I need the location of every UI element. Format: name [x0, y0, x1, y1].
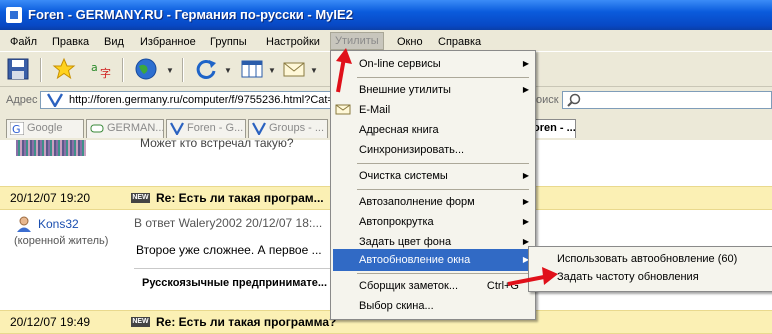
submenu-arrow-icon: ▶	[522, 197, 529, 206]
signature-text: Русскоязычные предпринимате...	[142, 277, 328, 289]
favorites-star-icon[interactable]	[52, 57, 76, 81]
menu-favorites[interactable]: Избранное	[140, 34, 196, 50]
submenu-arrow-icon: ▶	[522, 85, 529, 94]
avatar-image	[16, 140, 86, 156]
address-label: Адрес	[6, 94, 38, 106]
reply-info: В ответ Walery2002 20/12/07 18:...	[134, 216, 323, 230]
menu-settings[interactable]: Настройки	[266, 34, 320, 50]
menu-file[interactable]: Файл	[10, 34, 37, 50]
menu-edit[interactable]: Правка	[52, 34, 89, 50]
annotation-arrow-right-icon	[507, 267, 558, 286]
post-body: Второе уже сложнее. А первое ...	[136, 243, 322, 257]
submenu-item-use-autorefresh[interactable]: Использовать автообновление (60)	[531, 249, 771, 269]
search-input[interactable]	[562, 91, 772, 109]
svg-text:字: 字	[100, 66, 111, 80]
globe-dropdown-arrow-icon[interactable]: ▼	[166, 66, 174, 75]
author-status: (коренной житель)	[14, 235, 109, 247]
title-bar: Foren - GERMANY.RU - Германия по-русски …	[0, 0, 772, 30]
tab-label: GERMAN...	[107, 122, 164, 134]
tab-label: Groups - ...	[269, 122, 325, 134]
translate-icon[interactable]: a 字	[90, 57, 114, 81]
refresh-dropdown-arrow-icon[interactable]: ▼	[224, 66, 232, 75]
menu-bar: Файл Правка Вид Избранное Группы Настрой…	[0, 31, 772, 51]
globe-icon[interactable]	[134, 57, 158, 81]
refresh-icon[interactable]	[194, 57, 218, 81]
menu-item-email[interactable]: E-Mail	[333, 99, 535, 121]
menu-separator	[357, 273, 529, 274]
app-icon[interactable]	[6, 7, 22, 23]
tab-label: Google	[27, 122, 63, 134]
tab-google[interactable]: G Google	[6, 119, 84, 138]
menu-item-system-cleanup[interactable]: Очистка системы ▶	[333, 165, 535, 187]
post-title[interactable]: Re: Есть ли такая програм...	[156, 191, 324, 205]
address-url: http://foren.germany.ru/computer/f/97552…	[69, 94, 331, 106]
submenu-arrow-icon: ▶	[522, 171, 529, 180]
tab-label: oren - ...	[533, 122, 576, 134]
search-icon[interactable]	[567, 93, 581, 107]
svg-text:a: a	[91, 61, 98, 74]
menu-item-synchronize[interactable]: Синхронизировать...	[333, 139, 535, 161]
menu-item-autoscroll[interactable]: Автопрокрутка ▶	[333, 211, 535, 233]
menu-separator	[357, 163, 529, 164]
window-title: Foren - GERMANY.RU - Германия по-русски …	[28, 7, 353, 22]
address-input[interactable]: http://foren.germany.ru/computer/f/97552…	[40, 91, 334, 109]
menu-separator	[357, 77, 529, 78]
menu-item-address-book[interactable]: Адресная книга	[333, 119, 535, 141]
email-icon	[335, 104, 351, 115]
foren-tab-icon	[170, 122, 184, 135]
menu-item-form-autofill[interactable]: Автозаполнение форм ▶	[333, 191, 535, 213]
menu-item-external-tools[interactable]: Внешние утилиты ▶	[333, 79, 535, 101]
svg-text:G: G	[12, 123, 21, 135]
post-text-fragment: Может кто встречал такую?	[140, 136, 294, 150]
menu-groups[interactable]: Группы	[210, 34, 247, 50]
mail-dropdown-arrow-icon[interactable]: ▼	[310, 66, 318, 75]
annotation-arrow-up-icon	[336, 48, 352, 93]
tile-windows-icon[interactable]	[240, 57, 264, 81]
menu-item-notes-collector[interactable]: Сборщик заметок... Ctrl+G	[333, 275, 535, 297]
auto-refresh-submenu: Использовать автообновление (60) Задать …	[528, 246, 772, 292]
author-name[interactable]: Kons32	[38, 217, 79, 231]
menu-view[interactable]: Вид	[104, 34, 124, 50]
menu-window[interactable]: Окно	[397, 34, 423, 50]
menu-item-auto-refresh[interactable]: Автообновление окна ▶	[333, 249, 535, 271]
menu-separator	[357, 189, 529, 190]
submenu-item-set-frequency[interactable]: Задать частоту обновления	[531, 267, 771, 287]
save-icon[interactable]	[6, 57, 30, 81]
post-date: 20/12/07 19:20	[10, 191, 91, 205]
menu-help[interactable]: Справка	[438, 34, 481, 50]
toolbar-separator	[122, 58, 124, 82]
google-tab-icon: G	[10, 122, 24, 135]
page-favicon-icon	[47, 93, 63, 107]
post-date: 20/12/07 19:49	[10, 315, 91, 329]
submenu-arrow-icon: ▶	[522, 217, 529, 226]
user-icon	[17, 216, 31, 232]
post-title[interactable]: Re: Есть ли такая программа?	[156, 315, 336, 329]
menu-item-online-services[interactable]: On-line сервисы ▶	[333, 53, 535, 75]
toolbar-separator	[40, 58, 42, 82]
germany-tab-icon	[90, 124, 104, 133]
new-badge: NEW	[131, 317, 150, 327]
tab-label: Foren - G...	[187, 122, 244, 134]
toolbar-separator	[182, 58, 184, 82]
submenu-arrow-icon: ▶	[522, 59, 529, 68]
mail-icon[interactable]	[282, 57, 306, 81]
groups-tab-icon	[252, 122, 266, 135]
tile-dropdown-arrow-icon[interactable]: ▼	[268, 66, 276, 75]
new-badge: NEW	[131, 193, 150, 203]
menu-item-choose-skin[interactable]: Выбор скина...	[333, 295, 535, 317]
search-label: оиск	[536, 94, 559, 106]
signature-divider	[134, 268, 334, 269]
